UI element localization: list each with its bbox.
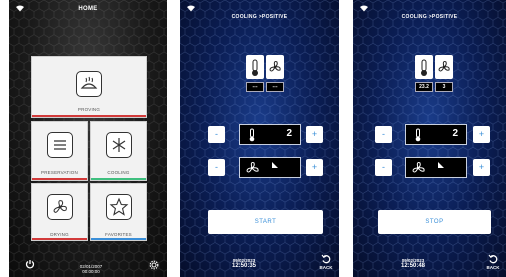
tile-preservation[interactable]: PRESERVATION: [31, 121, 88, 181]
date-time: 09/02/2023 12:50:35: [214, 258, 274, 269]
fan-icon: [412, 162, 425, 173]
temperature-setpoint-value: 2: [452, 128, 458, 139]
back-arrow-icon: [321, 254, 331, 264]
temperature-plus-button[interactable]: +: [473, 126, 490, 143]
back-label: BACK: [319, 265, 333, 270]
proving-icon: [76, 71, 102, 97]
stop-button[interactable]: STOP: [378, 210, 491, 234]
snowflake-icon: [105, 132, 132, 158]
page-title: COOLING >POSITIVE: [231, 14, 288, 20]
temperature-setpoint-box[interactable]: 2: [239, 124, 301, 145]
proving-accent-bar: [32, 115, 146, 117]
preservation-icon: [46, 132, 73, 158]
date-time: 02/01/2007 00:00:00: [71, 264, 111, 274]
temperature-minus-button[interactable]: -: [375, 126, 392, 143]
tile-label: PROVING: [77, 107, 101, 112]
tile-cooling[interactable]: COOLING: [90, 121, 147, 181]
favorites-accent-bar: [91, 238, 146, 240]
back-button[interactable]: BACK: [483, 254, 503, 270]
fan-speed-box[interactable]: [239, 157, 301, 178]
wifi-icon: [360, 5, 368, 12]
thermometer-icon: [415, 128, 421, 142]
page-title: HOME: [78, 6, 98, 12]
cooling-screen-running: COOLING >POSITIVE 23.2 3 - 2 + - + STOP …: [353, 0, 506, 277]
tile-label: FAVORITES: [105, 232, 132, 237]
tile-drying[interactable]: DRYING: [31, 183, 88, 241]
temperature-readout: 23.2: [415, 82, 433, 92]
home-screen: HOME PROVING PRESERVATION COOLING DRYING…: [9, 0, 167, 277]
preservation-accent-bar: [32, 178, 87, 180]
fan-readout-icon: [266, 55, 284, 79]
back-arrow-icon: [488, 254, 498, 264]
temperature-setpoint-value: 2: [286, 128, 292, 139]
gear-icon[interactable]: [149, 260, 159, 270]
back-label: BACK: [486, 265, 500, 270]
start-button[interactable]: START: [208, 210, 323, 234]
tile-label: COOLING: [107, 170, 130, 175]
temperature-plus-button[interactable]: +: [306, 126, 323, 143]
tile-proving[interactable]: PROVING: [31, 56, 147, 118]
temperature-readout-icon: [246, 55, 264, 79]
date-time: 09/02/2023 12:50:48: [383, 258, 443, 269]
tile-label: DRYING: [50, 232, 69, 237]
fan-icon: [246, 162, 259, 173]
temperature-readout: ---: [246, 82, 264, 92]
drying-accent-bar: [32, 238, 87, 240]
fan-level-indicator-icon: [438, 162, 444, 168]
fan-level-indicator-icon: [272, 162, 278, 168]
cooling-accent-bar: [91, 178, 146, 180]
temperature-setpoint-box[interactable]: 2: [405, 124, 467, 145]
fan-plus-button[interactable]: +: [473, 159, 490, 176]
fan-minus-button[interactable]: -: [375, 159, 392, 176]
power-icon[interactable]: [25, 259, 35, 269]
tile-favorites[interactable]: FAVORITES: [90, 183, 147, 241]
temperature-minus-button[interactable]: -: [208, 126, 225, 143]
fan-speed-box[interactable]: [405, 157, 467, 178]
fan-readout-icon: [435, 55, 453, 79]
time-text: 12:50:48: [400, 263, 426, 269]
page-title: COOLING >POSITIVE: [401, 14, 458, 20]
fan-readout: 3: [435, 82, 453, 92]
thermometer-icon: [249, 128, 255, 142]
back-button[interactable]: BACK: [316, 254, 336, 270]
cooling-screen-idle: COOLING >POSITIVE --- --- - 2 + - + STAR…: [180, 0, 339, 277]
fan-plus-button[interactable]: +: [306, 159, 323, 176]
temperature-readout-icon: [415, 55, 433, 79]
time-text: 00:00:00: [82, 269, 100, 274]
fan-icon: [46, 194, 73, 220]
tile-label: PRESERVATION: [41, 170, 78, 175]
fan-minus-button[interactable]: -: [208, 159, 225, 176]
wifi-icon: [187, 5, 195, 12]
star-icon: [105, 194, 132, 220]
fan-readout: ---: [266, 82, 284, 92]
time-text: 12:50:35: [231, 263, 257, 269]
